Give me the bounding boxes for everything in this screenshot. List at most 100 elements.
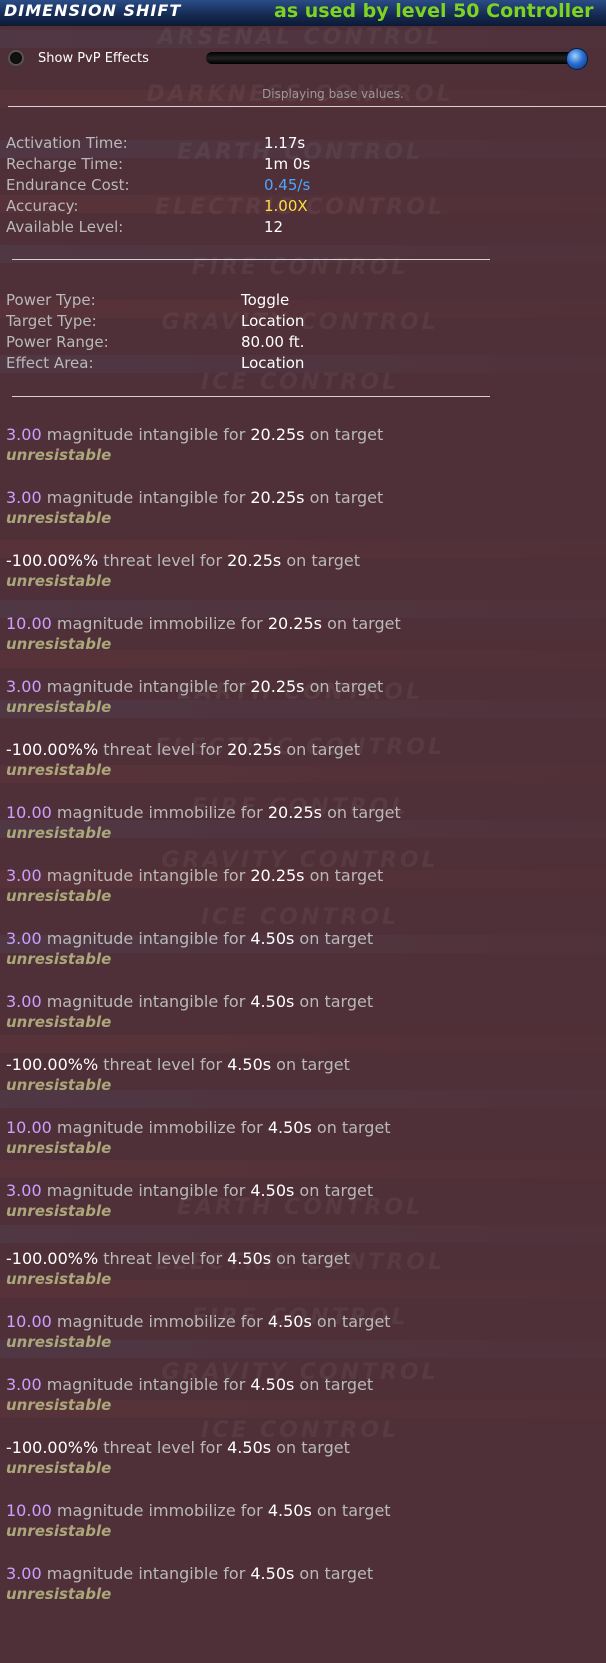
effect-item: 10.00 magnitude immobilize for 4.50s on … [6,1312,391,1351]
watermark-text: ICE CONTROL [201,370,399,395]
watermark-text: ARSENAL CONTROL [157,25,443,50]
effect-target: on target [294,992,374,1011]
effect-duration: 4.50s [267,1501,312,1520]
effect-text: magnitude immobilize for [51,1501,268,1520]
effect-duration: 4.50s [250,1375,295,1394]
effect-duration: 20.25s [250,677,305,696]
slider-knob[interactable] [566,48,588,70]
effect-value: 10.00 [6,803,52,822]
effect-item: -100.00%% threat level for 4.50s on targ… [6,1438,350,1477]
effect-description: 10.00 magnitude immobilize for 4.50s on … [6,1312,391,1331]
effect-item: -100.00%% threat level for 4.50s on targ… [6,1249,350,1288]
effect-duration: 20.25s [250,866,305,885]
effect-tag: unresistable [6,1202,112,1220]
effect-item: -100.00%% threat level for 20.25s on tar… [6,740,360,779]
effect-target: on target [311,1501,391,1520]
radio-icon[interactable] [8,50,24,66]
effect-target: on target [294,929,374,948]
effect-description: -100.00%% threat level for 4.50s on targ… [6,1055,350,1074]
effect-duration: 20.25s [267,614,322,633]
effect-tag: unresistable [6,1459,112,1477]
effect-item: -100.00%% threat level for 4.50s on targ… [6,1055,350,1094]
effect-target: on target [281,551,361,570]
effect-description: 3.00 magnitude intangible for 20.25s on … [6,488,383,507]
effect-description: 10.00 magnitude immobilize for 4.50s on … [6,1118,391,1137]
effect-tag: unresistable [6,572,112,590]
effect-description: -100.00%% threat level for 4.50s on targ… [6,1438,350,1457]
effect-text: threat level for [98,740,228,759]
divider [12,259,490,260]
effect-value: 3.00 [6,992,42,1011]
effect-duration: 4.50s [267,1312,312,1331]
effect-item: 10.00 magnitude immobilize for 20.25s on… [6,803,401,842]
effect-value: 3.00 [6,929,42,948]
effect-description: -100.00%% threat level for 4.50s on targ… [6,1249,350,1268]
pvp-label: Show PvP Effects [38,50,149,66]
effect-item: 3.00 magnitude intangible for 20.25s on … [6,677,383,716]
effect-duration: 20.25s [227,740,282,759]
effect-text: magnitude intangible for [41,425,251,444]
effect-target: on target [294,1375,374,1394]
effect-target: on target [271,1438,350,1457]
effect-text: threat level for [98,1438,228,1457]
effect-value: 3.00 [6,1375,42,1394]
effect-value: 10.00 [6,1118,52,1137]
effect-value: 3.00 [6,1181,42,1200]
status-text: Displaying base values. [262,87,404,101]
effect-target: on target [311,1312,391,1331]
effect-duration: 20.25s [250,488,305,507]
effect-duration: 4.50s [250,929,295,948]
effect-description: 3.00 magnitude intangible for 4.50s on t… [6,992,373,1011]
effect-tag: unresistable [6,635,112,653]
effect-tag: unresistable [6,761,112,779]
stat-value: 1.17s [264,134,306,152]
effect-tag: unresistable [6,887,112,905]
background-band [0,1225,606,1243]
effect-item: 3.00 magnitude intangible for 4.50s on t… [6,929,373,968]
watermark-text: ICE CONTROL [201,905,399,930]
info-label: Effect Area: [6,354,94,372]
effect-tag: unresistable [6,1396,112,1414]
effect-item: 3.00 magnitude intangible for 4.50s on t… [6,1564,373,1603]
effect-value: -100.00%% [6,551,99,570]
effect-tag: unresistable [6,1270,112,1288]
effect-value: 3.00 [6,488,42,507]
effect-description: -100.00%% threat level for 20.25s on tar… [6,740,360,759]
effect-duration: 20.25s [227,551,282,570]
effect-target: on target [294,1564,374,1583]
effect-text: magnitude intangible for [41,1564,251,1583]
effect-description: 3.00 magnitude intangible for 4.50s on t… [6,1375,373,1394]
effect-target: on target [304,488,384,507]
effect-target: on target [321,614,401,633]
effect-text: magnitude immobilize for [51,614,268,633]
effect-target: on target [304,866,384,885]
effect-target: on target [281,740,361,759]
info-value: Location [241,354,305,372]
stat-label: Accuracy: [6,197,79,215]
effect-duration: 4.50s [227,1438,272,1457]
effect-item: 10.00 magnitude immobilize for 4.50s on … [6,1501,391,1540]
effect-duration: 20.25s [267,803,322,822]
effect-tag: unresistable [6,950,112,968]
divider [8,106,606,107]
stat-label: Available Level: [6,218,124,236]
effect-tag: unresistable [6,1013,112,1031]
effect-tag: unresistable [6,824,112,842]
stat-value: 1.00X [264,197,308,215]
effect-text: magnitude immobilize for [51,1312,268,1331]
effect-duration: 4.50s [227,1249,272,1268]
effect-text: threat level for [98,1055,228,1074]
effect-value: -100.00%% [6,1438,99,1457]
effect-tag: unresistable [6,1139,112,1157]
effect-item: 3.00 magnitude intangible for 4.50s on t… [6,992,373,1031]
level-subtitle: as used by level 50 Controller [274,0,594,22]
effect-item: 3.00 magnitude intangible for 20.25s on … [6,425,383,464]
effect-text: magnitude intangible for [41,677,251,696]
level-slider[interactable] [206,48,588,70]
effect-target: on target [294,1181,374,1200]
divider [12,396,490,397]
effect-text: magnitude intangible for [41,866,251,885]
pvp-toggle[interactable]: Show PvP Effects [8,50,149,66]
effect-tag: unresistable [6,509,112,527]
effect-item: 3.00 magnitude intangible for 20.25s on … [6,488,383,527]
